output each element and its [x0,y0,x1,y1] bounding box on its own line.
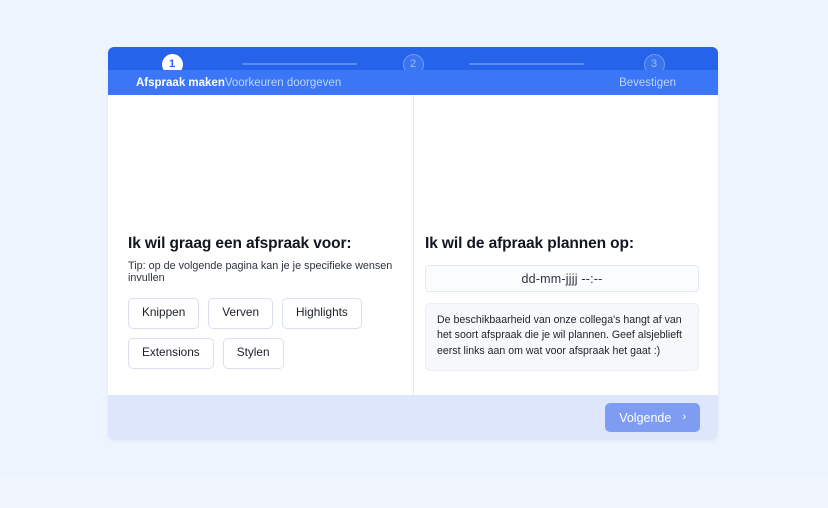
chevron-right-icon: › [682,411,686,423]
wizard-stepper: 1 2 3 Afspraak maken Voorkeuren doorgeve… [108,47,718,95]
wizard-body: Ik wil graag een afspraak voor: Tip: op … [108,95,718,395]
step-label-3: Bevestigen [619,76,676,89]
step-label-1: Afspraak maken [136,76,225,89]
step-connector-2-3 [469,63,584,65]
next-step-button[interactable]: Volgende › [605,403,700,432]
service-option-knippen[interactable]: Knippen [128,298,200,329]
service-selection-panel: Ik wil graag een afspraak voor: Tip: op … [108,95,413,395]
datetime-input[interactable]: dd-mm-jjjj --:-- [425,265,699,292]
stepper-labels-row: Afspraak maken Voorkeuren doorgeven Beve… [108,70,718,95]
service-panel-title: Ik wil graag een afspraak voor: [128,235,352,252]
service-option-extensions[interactable]: Extensions [128,337,214,369]
service-option-highlights[interactable]: Highlights [282,298,362,329]
step-label-2: Voorkeuren doorgeven [224,76,342,89]
service-panel-hint: Tip: op de volgende pagina kan je je spe… [128,260,393,284]
wizard-footer: Volgende › [108,395,718,440]
service-option-verven[interactable]: Verven [208,298,274,329]
scheduling-panel: Ik wil de afpraak plannen op: dd-mm-jjjj… [413,95,718,395]
next-step-button-label: Volgende [619,410,672,425]
availability-info-box: De beschikbaarheid van onze collega's ha… [425,303,699,372]
scheduling-panel-title: Ik wil de afpraak plannen op: [425,235,634,252]
service-option-stylen[interactable]: Stylen [222,337,284,369]
service-option-list: Knippen Verven Highlights Extensions Sty… [128,298,403,369]
step-connector-1-2 [242,63,357,65]
page-bottom-strip [0,478,828,508]
appointment-wizard-card: 1 2 3 Afspraak maken Voorkeuren doorgeve… [108,47,718,440]
